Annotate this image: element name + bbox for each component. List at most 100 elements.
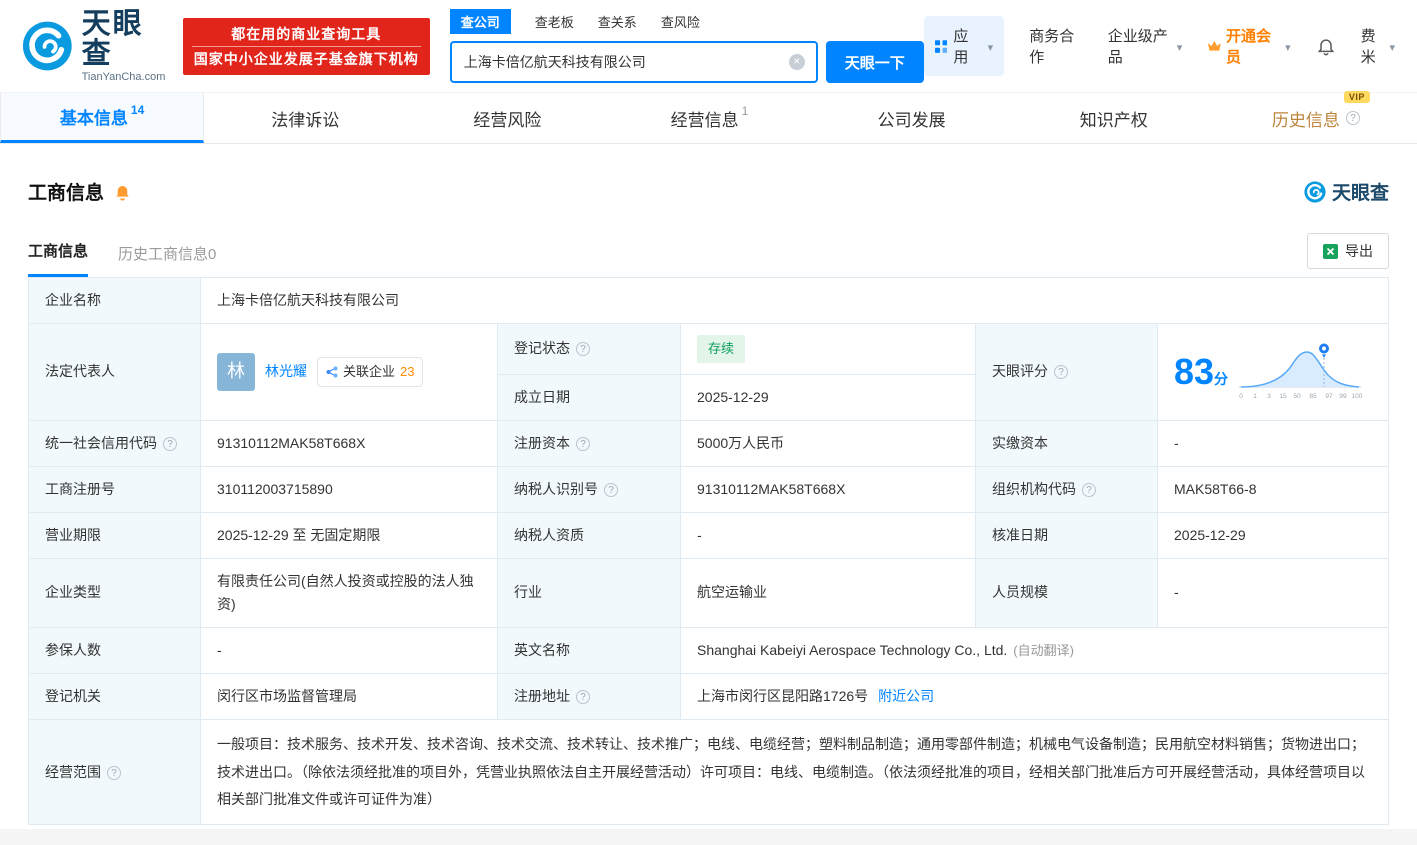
company-tab-bar: 基本信息14 法律诉讼 经营风险 经营信息1 公司发展 知识产权 历史信息 VI… xyxy=(0,92,1417,144)
english-name-value: Shanghai Kabeiyi Aerospace Technology Co… xyxy=(681,628,1389,674)
nearby-companies-link[interactable]: 附近公司 xyxy=(878,688,934,704)
tianyancha-watermark: 天眼查 xyxy=(1304,178,1389,205)
header-nav: 应用 商务合作 企业级产品 开通会员 费米 xyxy=(924,16,1395,76)
chevron-down-icon xyxy=(1386,38,1395,55)
banner-line-2: 国家中小企业发展子基金旗下机构 xyxy=(192,46,421,71)
monitor-bell-icon[interactable] xyxy=(113,182,132,201)
field-label: 参保人数 xyxy=(29,628,201,674)
table-row: 参保人数 - 英文名称 Shanghai Kabeiyi Aerospace T… xyxy=(29,628,1389,674)
table-row: 企业类型 有限责任公司(自然人投资或控股的法人独资) 行业 航空运输业 人员规模… xyxy=(29,558,1389,627)
export-button[interactable]: 导出 xyxy=(1307,233,1389,269)
staff-size-value: - xyxy=(1158,558,1389,627)
tab-badge: 1 xyxy=(742,104,749,118)
field-label: 企业类型 xyxy=(29,558,201,627)
field-label: 登记机关 xyxy=(29,674,201,720)
tab-legal-proceedings[interactable]: 法律诉讼 xyxy=(204,93,406,143)
search-tab-boss[interactable]: 查老板 xyxy=(535,12,574,31)
help-icon[interactable] xyxy=(163,437,177,451)
apps-menu-label: 应用 xyxy=(953,25,978,67)
field-label: 企业名称 xyxy=(29,278,201,324)
table-row: 营业期限 2025-12-29 至 无固定期限 纳税人资质 - 核准日期 202… xyxy=(29,512,1389,558)
chevron-down-icon xyxy=(985,38,994,55)
approval-date-value: 2025-12-29 xyxy=(1158,512,1389,558)
brand-name: 天眼查 xyxy=(82,9,169,70)
help-icon[interactable] xyxy=(1054,365,1068,379)
field-label: 人员规模 xyxy=(976,558,1158,627)
score-distribution-chart: 0 1 3 15 50 85 97 99 100 xyxy=(1234,341,1366,403)
field-label: 工商注册号 xyxy=(29,466,201,512)
crown-icon xyxy=(1207,39,1222,53)
tab-badge: 14 xyxy=(131,103,144,117)
chevron-down-icon xyxy=(1282,38,1291,55)
chevron-down-icon xyxy=(1174,38,1183,55)
reg-status-value: 存续 xyxy=(681,324,976,374)
tianyancha-logo[interactable]: 天眼查 TianYanCha.com xyxy=(22,9,169,84)
site-header: 天眼查 TianYanCha.com 都在用的商业查询工具 国家中小企业发展子基… xyxy=(0,0,1417,92)
field-label: 英文名称 xyxy=(498,628,681,674)
svg-text:1: 1 xyxy=(1253,393,1257,400)
field-label: 登记状态 xyxy=(498,324,681,374)
nav-user-menu[interactable]: 费米 xyxy=(1361,25,1395,67)
apps-menu-button[interactable]: 应用 xyxy=(924,16,1004,76)
tab-operating-risk[interactable]: 经营风险 xyxy=(406,93,608,143)
business-term-value: 2025-12-29 至 无固定期限 xyxy=(201,512,498,558)
related-companies-button[interactable]: 关联企业 23 xyxy=(317,357,423,386)
reg-authority-value: 闵行区市场监督管理局 xyxy=(201,674,498,720)
establish-date-value: 2025-12-29 xyxy=(681,374,976,420)
svg-text:50: 50 xyxy=(1293,393,1301,400)
table-row: 工商注册号 310112003715890 纳税人识别号 91310112MAK… xyxy=(29,466,1389,512)
help-icon[interactable] xyxy=(1346,111,1360,125)
search-area: 查公司 查老板 查关系 查风险 天眼一下 xyxy=(450,9,924,83)
tab-intellectual-property[interactable]: 知识产权 xyxy=(1013,93,1215,143)
table-row: 统一社会信用代码 91310112MAK58T668X 注册资本 5000万人民… xyxy=(29,420,1389,466)
help-icon[interactable] xyxy=(1082,483,1096,497)
help-icon[interactable] xyxy=(107,766,121,780)
table-row: 登记机关 闵行区市场监督管理局 注册地址 上海市闵行区昆阳路1726号附近公司 xyxy=(29,674,1389,720)
field-label: 纳税人资质 xyxy=(498,512,681,558)
help-icon[interactable] xyxy=(576,690,590,704)
search-tab-relation[interactable]: 查关系 xyxy=(598,12,637,31)
legal-rep-name-link[interactable]: 林光耀 xyxy=(265,360,307,383)
legal-rep-cell: 林 林光耀 关联企业 23 xyxy=(201,324,498,421)
tianyan-score: 83分 xyxy=(1174,354,1228,390)
nav-open-vip[interactable]: 开通会员 xyxy=(1207,25,1290,67)
table-row: 经营范围 一般项目：技术服务、技术开发、技术咨询、技术交流、技术转让、技术推广；… xyxy=(29,720,1389,825)
taxpayer-quality-value: - xyxy=(681,512,976,558)
tab-basic-info[interactable]: 基本信息14 xyxy=(0,93,204,143)
apps-grid-icon xyxy=(935,39,948,54)
svg-text:99: 99 xyxy=(1339,393,1347,400)
subtab-business-registration[interactable]: 工商信息 xyxy=(28,240,88,277)
legal-rep-avatar[interactable]: 林 xyxy=(217,353,255,391)
search-tab-company[interactable]: 查公司 xyxy=(450,9,511,34)
svg-text:97: 97 xyxy=(1325,393,1333,400)
brand-domain: TianYanCha.com xyxy=(82,71,169,83)
search-button[interactable]: 天眼一下 xyxy=(826,41,924,83)
search-input[interactable] xyxy=(450,41,818,83)
auto-translate-note: (自动翻译) xyxy=(1013,643,1074,658)
main-content: 工商信息 天眼查 工商信息 历史工商信息0 导出 xyxy=(0,178,1417,825)
paid-capital-value: - xyxy=(1158,420,1389,466)
clear-search-icon[interactable] xyxy=(789,54,805,70)
tianyancha-logo-icon xyxy=(1304,181,1326,203)
business-info-table: 企业名称 上海卡倍亿航天科技有限公司 法定代表人 林 林光耀 xyxy=(28,277,1389,825)
vip-tag: VIP xyxy=(1344,91,1370,103)
help-icon[interactable] xyxy=(604,483,618,497)
help-icon[interactable] xyxy=(576,437,590,451)
tab-business-info[interactable]: 经营信息1 xyxy=(608,93,810,143)
field-label: 核准日期 xyxy=(976,512,1158,558)
tab-company-development[interactable]: 公司发展 xyxy=(811,93,1013,143)
subtab-history-registration[interactable]: 历史工商信息0 xyxy=(118,243,216,277)
svg-text:15: 15 xyxy=(1279,393,1287,400)
nav-business-cooperation[interactable]: 商务合作 xyxy=(1029,25,1083,67)
svg-text:85: 85 xyxy=(1309,393,1317,400)
field-label: 成立日期 xyxy=(498,374,681,420)
company-type-value: 有限责任公司(自然人投资或控股的法人独资) xyxy=(201,558,498,627)
search-type-tabs: 查公司 查老板 查关系 查风险 xyxy=(450,9,924,34)
help-icon[interactable] xyxy=(576,342,590,356)
nav-enterprise-products[interactable]: 企业级产品 xyxy=(1108,25,1183,67)
svg-text:0: 0 xyxy=(1239,393,1243,400)
taxpayer-id-value: 91310112MAK58T668X xyxy=(681,466,976,512)
notification-bell-icon[interactable] xyxy=(1316,36,1336,56)
tab-history-info[interactable]: 历史信息 VIP xyxy=(1215,93,1417,143)
search-tab-risk[interactable]: 查风险 xyxy=(661,12,700,31)
